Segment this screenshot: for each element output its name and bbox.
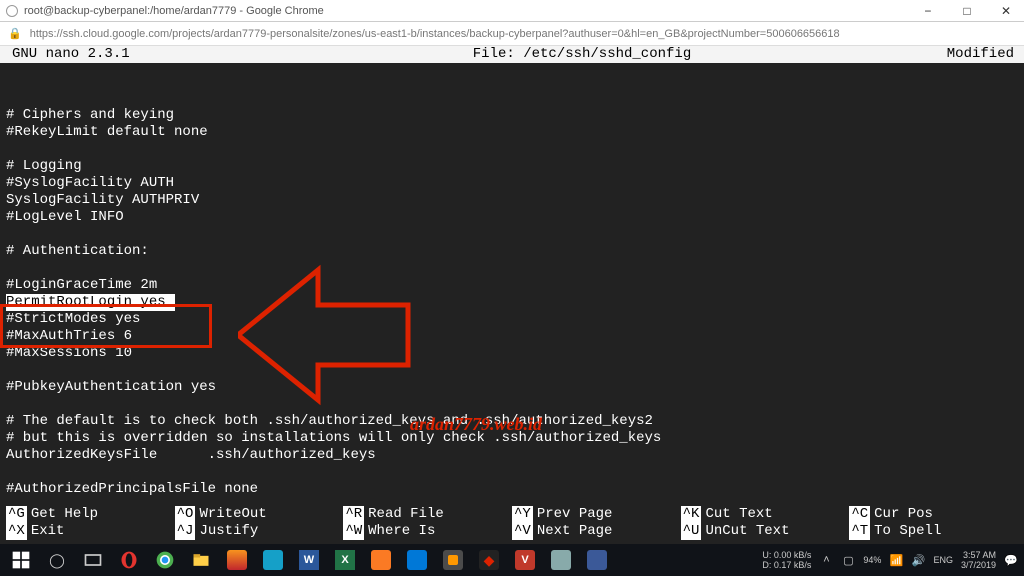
nano-version: GNU nano 2.3.1 — [0, 46, 260, 63]
nano-file: File: /etc/ssh/sshd_config — [260, 46, 904, 63]
nano-body[interactable]: # Ciphers and keying #RekeyLimit default… — [0, 63, 1024, 515]
chrome-icon[interactable] — [148, 545, 182, 575]
xampp-icon[interactable] — [364, 545, 398, 575]
volume-icon[interactable]: 🔊 — [911, 553, 925, 567]
maximize-button[interactable]: □ — [949, 0, 985, 22]
lang-indicator[interactable]: ENG — [933, 555, 953, 565]
vscode-icon[interactable] — [400, 545, 434, 575]
tab-favicon — [6, 5, 18, 17]
browser-titlebar: root@backup-cyberpanel:/home/ardan7779 -… — [0, 0, 1024, 22]
search-button[interactable]: ◯ — [40, 545, 74, 575]
sublime-icon[interactable] — [436, 545, 470, 575]
minimize-button[interactable]: − — [910, 0, 946, 22]
start-button[interactable] — [4, 545, 38, 575]
notifications-icon[interactable]: 💬 — [1004, 553, 1018, 567]
app-icon-3[interactable]: ◆ — [472, 545, 506, 575]
window-title: root@backup-cyberpanel:/home/ardan7779 -… — [24, 5, 324, 17]
battery-percent: 94% — [863, 555, 881, 565]
taskview-button[interactable] — [76, 545, 110, 575]
clock[interactable]: 3:57 AM 3/7/2019 — [961, 550, 996, 570]
nano-status: Modified — [904, 46, 1024, 63]
highlighted-line: PermitRootLogin yes — [6, 294, 175, 311]
taskbar[interactable]: ◯ W X ◆ V U: 0.00 kB/s D: 0.17 kB/s ˄ ▢ … — [0, 544, 1024, 576]
app-icon-1[interactable] — [220, 545, 254, 575]
excel-icon[interactable]: X — [328, 545, 362, 575]
url-text[interactable]: https://ssh.cloud.google.com/projects/ar… — [30, 28, 1016, 40]
nano-shortcuts: ^GGet Help ^OWriteOut ^RRead File ^YPrev… — [0, 506, 1024, 544]
app-icon-5[interactable] — [544, 545, 578, 575]
lock-icon: 🔒 — [8, 27, 22, 40]
terminal-editor[interactable]: GNU nano 2.3.1 File: /etc/ssh/sshd_confi… — [0, 46, 1024, 544]
wifi-icon[interactable]: 📶 — [889, 553, 903, 567]
nano-header: GNU nano 2.3.1 File: /etc/ssh/sshd_confi… — [0, 46, 1024, 63]
address-bar[interactable]: 🔒 https://ssh.cloud.google.com/projects/… — [0, 22, 1024, 46]
battery-icon[interactable]: ▢ — [841, 553, 855, 567]
system-tray[interactable]: U: 0.00 kB/s D: 0.17 kB/s ˄ ▢ 94% 📶 🔊 EN… — [762, 550, 1024, 570]
opera-icon[interactable] — [112, 545, 146, 575]
word-icon[interactable]: W — [292, 545, 326, 575]
taskbar-icons: ◯ W X ◆ V — [0, 545, 614, 575]
cursor — [166, 295, 175, 310]
close-button[interactable]: ✕ — [988, 0, 1024, 22]
tray-chevron-icon[interactable]: ˄ — [819, 553, 833, 567]
net-meter: U: 0.00 kB/s D: 0.17 kB/s — [762, 550, 811, 570]
app-icon-2[interactable] — [256, 545, 290, 575]
app-icon-6[interactable] — [580, 545, 614, 575]
explorer-icon[interactable] — [184, 545, 218, 575]
app-icon-4[interactable]: V — [508, 545, 542, 575]
